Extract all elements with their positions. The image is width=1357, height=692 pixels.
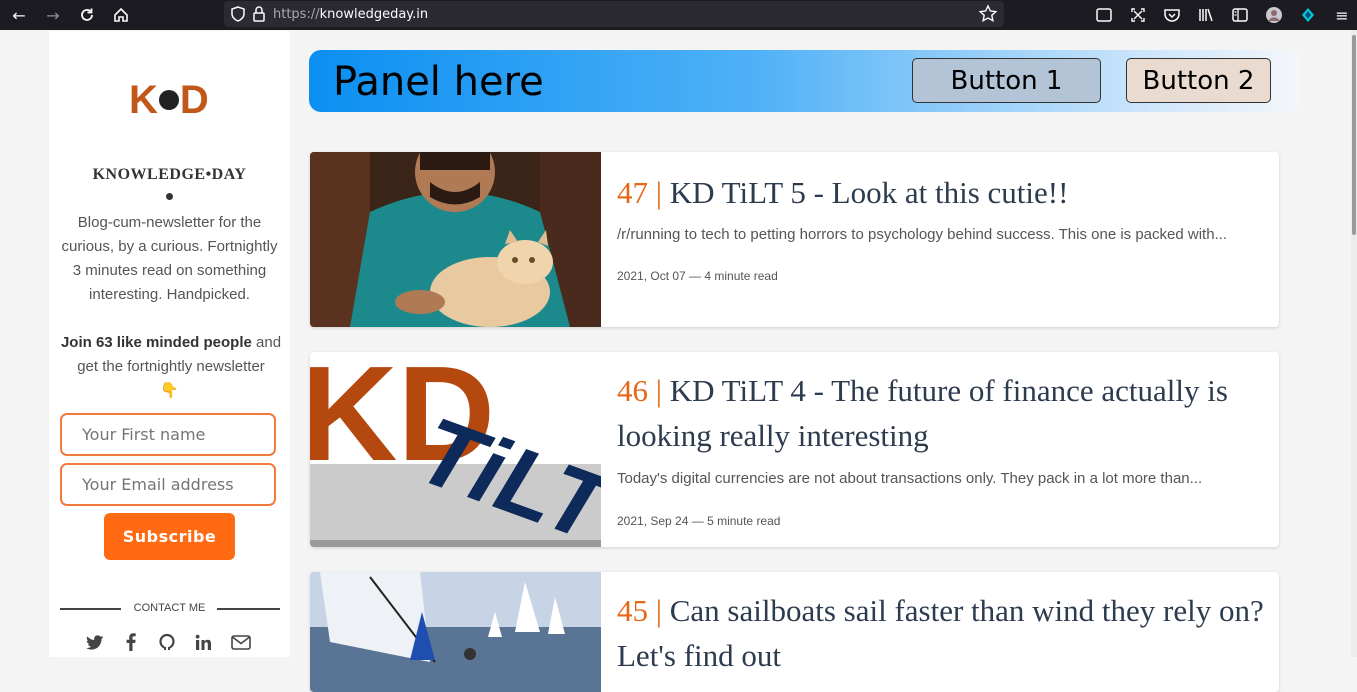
github-icon[interactable]: [157, 631, 177, 653]
logo-dot-icon: [158, 90, 179, 110]
reload-icon[interactable]: [76, 4, 98, 26]
site-logo[interactable]: K D: [129, 78, 211, 122]
join-count: Join 63 like minded people: [60, 334, 252, 351]
post-date: 2021, Oct 07: [617, 269, 686, 283]
post-read-time: 4 minute read: [704, 269, 778, 283]
post-title[interactable]: 47 | KD TiLT 5 - Look at this cutie!!: [617, 170, 1267, 215]
pointing-down-icon: 👇: [160, 382, 179, 399]
post-excerpt: /r/running to tech to petting horrors to…: [617, 226, 1228, 243]
twitter-icon[interactable]: [85, 631, 105, 653]
address-bar[interactable]: https://knowledgeday.in: [224, 1, 1004, 27]
post-title-text: Can sailboats sail faster than wind they…: [617, 593, 1264, 673]
post-title-text: KD TiLT 4 - The future of finance actual…: [617, 373, 1228, 453]
post-number: 46 |: [617, 373, 670, 408]
logo-letter-k: K: [129, 77, 158, 122]
post-title[interactable]: 46 | KD TiLT 4 - The future of finance a…: [617, 368, 1267, 458]
browser-toolbar: ← → https://knowledgeday.in ≡: [0, 0, 1357, 30]
account-avatar-icon[interactable]: [1263, 4, 1285, 26]
post-number: 45 |: [617, 593, 670, 628]
shield-icon[interactable]: [230, 6, 246, 22]
lock-icon[interactable]: [252, 6, 266, 22]
button-2[interactable]: Button 2: [1126, 58, 1271, 103]
brand-name: KNOWLEDGE•DAY: [92, 166, 247, 183]
subscribe-button[interactable]: Subscribe: [104, 513, 235, 560]
tab-view-icon[interactable]: [1093, 4, 1115, 26]
sidebar-toggle-icon[interactable]: [1229, 4, 1251, 26]
pocket-icon[interactable]: [1161, 4, 1183, 26]
top-panel: Panel here Button 1 Button 2: [309, 50, 1301, 112]
back-arrow-icon[interactable]: ←: [8, 4, 30, 26]
post-number: 47 |: [617, 175, 670, 210]
panel-title: Panel here: [333, 59, 544, 105]
page-scrollbar[interactable]: [1351, 30, 1357, 657]
post-read-time: 5 minute read: [707, 514, 781, 528]
url-text: https://knowledgeday.in: [273, 7, 429, 22]
logo-letter-d: D: [179, 77, 209, 122]
brand-dot: [166, 193, 173, 200]
screenshot-icon[interactable]: [1127, 4, 1149, 26]
post-card[interactable]: KD TiLT 46 | KD TiLT 4 - The future of f…: [310, 352, 1279, 547]
post-title[interactable]: 45 | Can sailboats sail faster than wind…: [617, 588, 1267, 678]
post-thumbnail[interactable]: [310, 152, 601, 327]
home-icon[interactable]: [110, 4, 132, 26]
email-field[interactable]: [60, 463, 276, 506]
library-icon[interactable]: [1195, 4, 1217, 26]
contact-label: CONTACT ME: [133, 602, 206, 614]
facebook-icon[interactable]: [121, 631, 141, 653]
post-meta: 2021, Sep 24 — 5 minute read: [617, 514, 781, 528]
post-thumbnail[interactable]: KD TiLT: [310, 352, 601, 547]
mail-icon[interactable]: [231, 631, 251, 653]
post-excerpt: Today's digital currencies are not about…: [617, 470, 1203, 487]
menu-icon[interactable]: ≡: [1331, 4, 1353, 26]
post-title-text: KD TiLT 5 - Look at this cutie!!: [669, 175, 1069, 210]
bookmark-star-icon[interactable]: [978, 4, 998, 24]
join-text: Join 63 like minded people and get the f…: [57, 331, 285, 379]
first-name-field[interactable]: [60, 413, 276, 456]
extension-icon[interactable]: [1297, 4, 1319, 26]
linkedin-icon[interactable]: [193, 631, 213, 653]
button-1[interactable]: Button 1: [912, 58, 1101, 103]
post-meta: 2021, Oct 07 — 4 minute read: [617, 269, 778, 283]
forward-arrow-icon[interactable]: →: [42, 4, 64, 26]
scrollbar-thumb[interactable]: [1352, 35, 1356, 235]
sidebar: K D KNOWLEDGE•DAY Blog-cum-newsletter fo…: [49, 31, 290, 657]
post-card[interactable]: 45 | Can sailboats sail faster than wind…: [310, 572, 1279, 692]
post-date: 2021, Sep 24: [617, 514, 689, 528]
post-card[interactable]: 47 | KD TiLT 5 - Look at this cutie!! /r…: [310, 152, 1279, 327]
site-description: Blog-cum-newsletter for the curious, by …: [61, 214, 278, 303]
post-thumbnail[interactable]: [310, 572, 601, 692]
social-links: [85, 631, 265, 655]
